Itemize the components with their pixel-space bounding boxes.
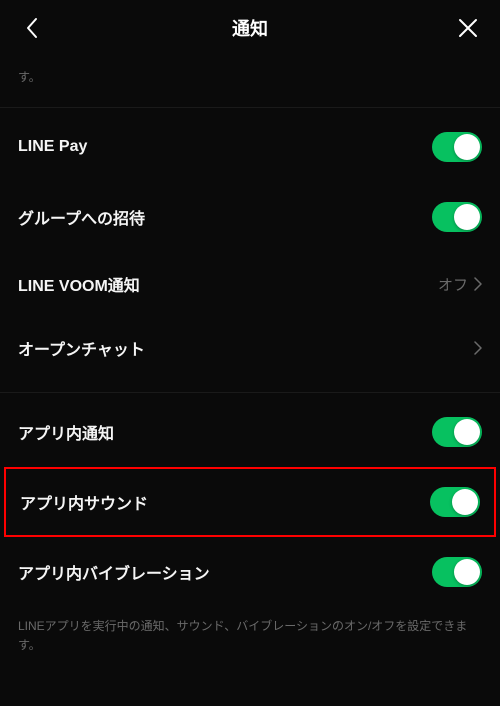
value-text: オフ <box>438 274 468 295</box>
close-icon <box>458 18 478 38</box>
toggle-knob <box>452 489 478 515</box>
row-line-voom[interactable]: LINE VOOM通知 オフ <box>0 252 500 316</box>
section-divider <box>0 107 500 108</box>
row-label: アプリ内バイブレーション <box>18 560 210 584</box>
row-label: LINE Pay <box>18 138 87 156</box>
row-in-app-notification: アプリ内通知 <box>0 397 500 467</box>
row-open-chat[interactable]: オープンチャット <box>0 316 500 380</box>
row-label: アプリ内通知 <box>18 420 114 444</box>
section-in-app: アプリ内通知 アプリ内サウンド アプリ内バイブレーション <box>0 397 500 607</box>
toggle-knob <box>454 134 480 160</box>
toggle-in-app-vibration[interactable] <box>432 557 482 587</box>
toggle-line-pay[interactable] <box>432 132 482 162</box>
chevron-right-icon <box>474 341 482 355</box>
back-button[interactable] <box>18 14 46 42</box>
footer-description: LINEアプリを実行中の通知、サウンド、バイブレーションのオン/オフを設定できま… <box>0 607 500 665</box>
row-line-pay: LINE Pay <box>0 112 500 182</box>
section-divider <box>0 392 500 393</box>
close-button[interactable] <box>454 14 482 42</box>
highlight-in-app-sound: アプリ内サウンド <box>4 467 496 537</box>
row-in-app-vibration: アプリ内バイブレーション <box>0 537 500 607</box>
row-label: アプリ内サウンド <box>20 490 148 514</box>
section-notifications: LINE Pay グループへの招待 LINE VOOM通知 オフ オープンチャッ… <box>0 112 500 380</box>
toggle-in-app-notification[interactable] <box>432 417 482 447</box>
row-in-app-sound: アプリ内サウンド <box>6 469 494 535</box>
row-group-invite: グループへの招待 <box>0 182 500 252</box>
chevron-left-icon <box>25 17 39 39</box>
row-label: グループへの招待 <box>18 205 145 229</box>
row-label: LINE VOOM通知 <box>18 272 140 296</box>
toggle-knob <box>454 204 480 230</box>
toggle-knob <box>454 559 480 585</box>
toggle-in-app-sound[interactable] <box>430 487 480 517</box>
row-right: オフ <box>438 274 482 295</box>
row-right <box>474 341 482 355</box>
header: 通知 <box>0 0 500 56</box>
toggle-group-invite[interactable] <box>432 202 482 232</box>
page-title: 通知 <box>232 15 268 41</box>
chevron-right-icon <box>474 277 482 291</box>
description-fragment: す。 <box>0 56 500 95</box>
row-label: オープンチャット <box>18 336 145 360</box>
toggle-knob <box>454 419 480 445</box>
